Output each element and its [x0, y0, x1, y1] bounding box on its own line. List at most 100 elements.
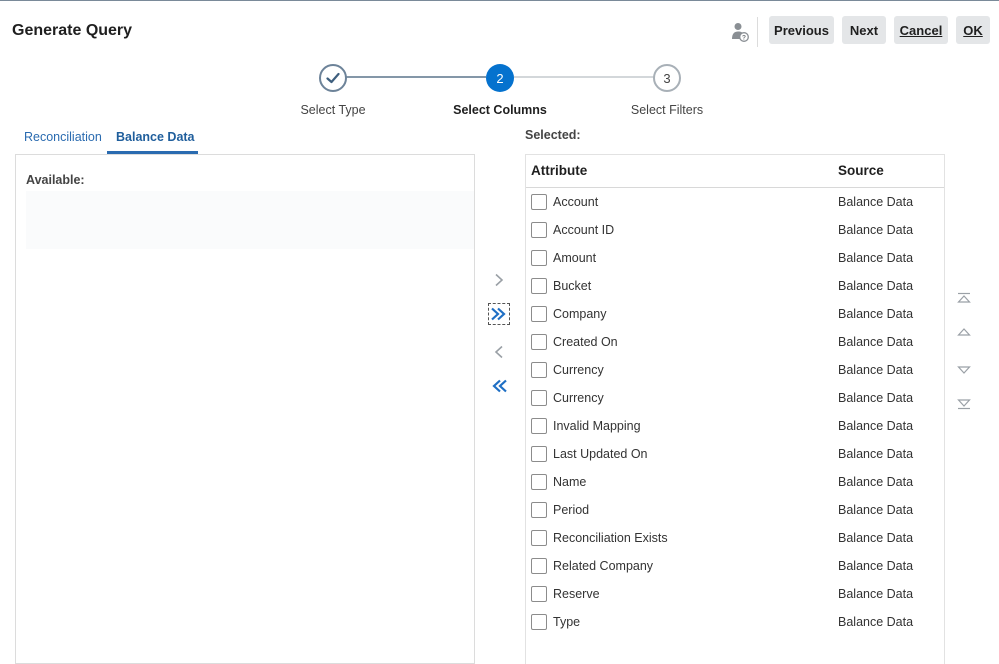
table-row[interactable]: Account Balance Data	[526, 188, 944, 216]
row-checkbox[interactable]	[531, 418, 547, 434]
move-to-bottom-icon	[957, 399, 971, 410]
source-cell: Balance Data	[838, 503, 914, 517]
source-cell: Balance Data	[838, 335, 914, 349]
toolbar-divider	[757, 17, 758, 47]
move-down-icon	[957, 366, 971, 374]
row-checkbox[interactable]	[531, 194, 547, 210]
train-stop-select-type[interactable]	[319, 64, 347, 92]
attribute-cell: Account ID	[553, 223, 615, 237]
source-cell: Balance Data	[838, 419, 914, 433]
attribute-cell: Name	[553, 475, 587, 489]
train-step-number-3: 3	[663, 70, 671, 86]
table-row[interactable]: Created On Balance Data	[526, 328, 944, 356]
row-checkbox[interactable]	[531, 306, 547, 322]
row-checkbox[interactable]	[531, 278, 547, 294]
source-cell: Balance Data	[838, 475, 914, 489]
attribute-cell: Last Updated On	[553, 447, 648, 461]
column-header-attribute[interactable]: Attribute	[531, 163, 587, 178]
selected-label: Selected:	[525, 128, 581, 142]
table-row[interactable]: Amount Balance Data	[526, 244, 944, 272]
remove-all-button[interactable]	[488, 375, 510, 397]
source-cell: Balance Data	[838, 363, 914, 377]
table-row[interactable]: Reconciliation Exists Balance Data	[526, 524, 944, 552]
tab-balance-data[interactable]: Balance Data	[116, 130, 195, 144]
attribute-cell: Amount	[553, 251, 597, 265]
table-row[interactable]: Bucket Balance Data	[526, 272, 944, 300]
table-row[interactable]: Company Balance Data	[526, 300, 944, 328]
move-to-top-button[interactable]	[955, 290, 973, 306]
table-row[interactable]: Type Balance Data	[526, 608, 944, 636]
next-button-label: Next	[849, 22, 879, 38]
table-row[interactable]: Currency Balance Data	[526, 384, 944, 412]
source-cell: Balance Data	[838, 251, 914, 265]
table-row[interactable]: Invalid Mapping Balance Data	[526, 412, 944, 440]
source-cell: Balance Data	[838, 279, 914, 293]
next-button[interactable]: Next	[842, 16, 886, 44]
source-cell: Balance Data	[838, 223, 914, 237]
move-selected-button[interactable]	[488, 269, 510, 291]
table-row[interactable]: Last Updated On Balance Data	[526, 440, 944, 468]
train-connector-2	[514, 76, 654, 78]
move-up-icon	[957, 328, 971, 336]
previous-button-label: Previous	[774, 22, 829, 38]
table-row[interactable]: Account ID Balance Data	[526, 216, 944, 244]
move-to-bottom-button[interactable]	[955, 396, 973, 412]
row-checkbox[interactable]	[531, 502, 547, 518]
tab-reconciliation[interactable]: Reconciliation	[24, 130, 102, 144]
move-all-button[interactable]	[488, 303, 510, 325]
table-row[interactable]: Currency Balance Data	[526, 356, 944, 384]
source-cell: Balance Data	[838, 447, 914, 461]
row-checkbox[interactable]	[531, 530, 547, 546]
available-list[interactable]	[26, 191, 474, 249]
row-checkbox[interactable]	[531, 614, 547, 630]
attribute-cell: Bucket	[553, 279, 592, 293]
train-stop-select-filters[interactable]: 3	[653, 64, 681, 92]
train-stop-select-columns[interactable]: 2	[486, 64, 514, 92]
row-checkbox[interactable]	[531, 446, 547, 462]
attribute-cell: Account	[553, 195, 599, 209]
chevron-right-icon	[495, 273, 504, 287]
chevron-left-icon	[494, 345, 503, 359]
train-label-select-type: Select Type	[300, 103, 366, 117]
column-header-source[interactable]: Source	[838, 163, 884, 178]
source-cell: Balance Data	[838, 559, 914, 573]
table-row[interactable]: Related Company Balance Data	[526, 552, 944, 580]
remove-selected-button[interactable]	[488, 341, 510, 363]
table-row[interactable]: Period Balance Data	[526, 496, 944, 524]
row-checkbox[interactable]	[531, 558, 547, 574]
ok-button-label: OK	[963, 22, 983, 38]
move-to-top-icon	[957, 292, 971, 303]
row-checkbox[interactable]	[531, 474, 547, 490]
source-cell: Balance Data	[838, 531, 914, 545]
ok-button[interactable]: OK	[956, 16, 990, 44]
row-checkbox[interactable]	[531, 586, 547, 602]
attribute-cell: Created On	[553, 335, 618, 349]
attribute-cell: Reserve	[553, 587, 600, 601]
double-chevron-left-icon	[492, 379, 507, 393]
page-title: Generate Query	[12, 22, 133, 39]
attribute-cell: Invalid Mapping	[553, 419, 641, 433]
table-row[interactable]: Reserve Balance Data	[526, 580, 944, 608]
train-label-select-filters: Select Filters	[630, 103, 704, 117]
cancel-button[interactable]: Cancel	[894, 16, 948, 44]
move-down-button[interactable]	[955, 362, 973, 378]
attribute-cell: Type	[553, 615, 581, 629]
train-label-select-columns: Select Columns	[453, 103, 547, 117]
table-row[interactable]: Name Balance Data	[526, 468, 944, 496]
user-help-icon[interactable]: ?	[729, 21, 751, 43]
source-cell: Balance Data	[838, 307, 914, 321]
row-checkbox[interactable]	[531, 222, 547, 238]
previous-button[interactable]: Previous	[769, 16, 834, 44]
train-step-number-2: 2	[496, 70, 504, 86]
attribute-cell: Currency	[553, 363, 604, 377]
source-cell: Balance Data	[838, 615, 914, 629]
available-label: Available:	[26, 173, 85, 187]
row-checkbox[interactable]	[531, 362, 547, 378]
row-checkbox[interactable]	[531, 334, 547, 350]
row-checkbox[interactable]	[531, 390, 547, 406]
source-cell: Balance Data	[838, 195, 914, 209]
train-connector-1	[346, 76, 486, 78]
row-checkbox[interactable]	[531, 250, 547, 266]
double-chevron-right-icon	[491, 307, 506, 321]
move-up-button[interactable]	[955, 324, 973, 340]
